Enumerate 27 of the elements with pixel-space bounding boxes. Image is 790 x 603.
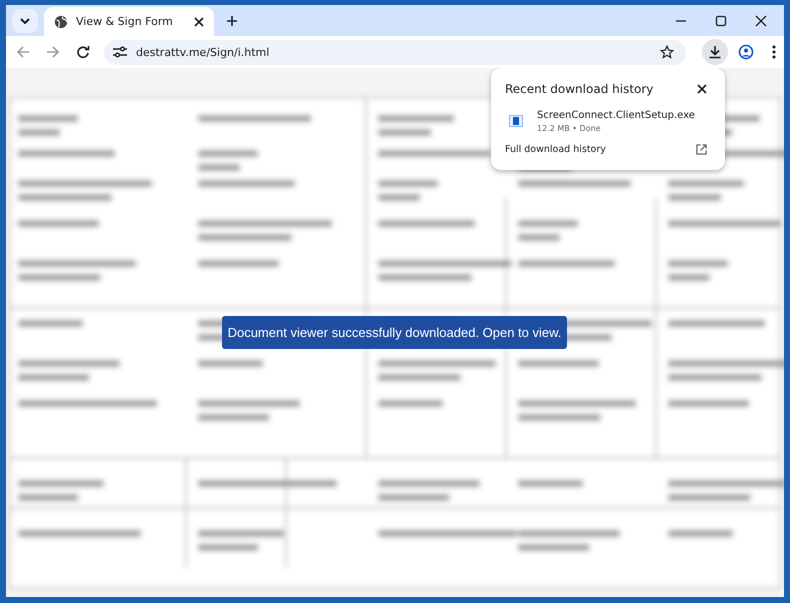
reload-icon[interactable] <box>76 45 90 59</box>
file-details: 12.2 MB • Done <box>537 124 602 132</box>
new-tab-icon[interactable] <box>226 14 238 26</box>
forward-icon[interactable] <box>46 45 60 59</box>
download-item[interactable]: ScreenConnect.ClientSetup.exe 12.2 MB • Done <box>491 106 725 140</box>
close-icon[interactable] <box>755 14 767 26</box>
back-icon[interactable] <box>16 45 30 59</box>
file-icon <box>509 115 523 127</box>
full-history-link[interactable]: Full download history <box>505 144 606 155</box>
file-name: ScreenConnect.ClientSetup.exe <box>537 110 695 120</box>
bookmark-star-icon[interactable] <box>660 45 674 59</box>
popup-title: Recent download history <box>505 82 654 96</box>
menu-icon[interactable] <box>772 45 776 59</box>
close-tab-icon[interactable] <box>194 16 204 26</box>
open-external-icon[interactable] <box>696 144 707 155</box>
download-icon <box>708 45 722 59</box>
profile-icon[interactable] <box>738 44 754 60</box>
globe-icon <box>54 14 68 28</box>
download-toast: Document viewer successfully downloaded. Open to view. <box>222 316 567 349</box>
tab-list-button[interactable] <box>12 8 38 32</box>
site-settings-icon[interactable] <box>112 45 128 59</box>
close-icon[interactable] <box>697 84 707 94</box>
downloads-button[interactable] <box>702 39 728 65</box>
browser-tab[interactable]: View & Sign Form <box>44 7 214 36</box>
maximize-icon[interactable] <box>715 14 727 26</box>
address-bar[interactable]: destrattv.me/Sign/i.html <box>104 40 686 64</box>
tab-title: View & Sign Form <box>76 15 174 28</box>
